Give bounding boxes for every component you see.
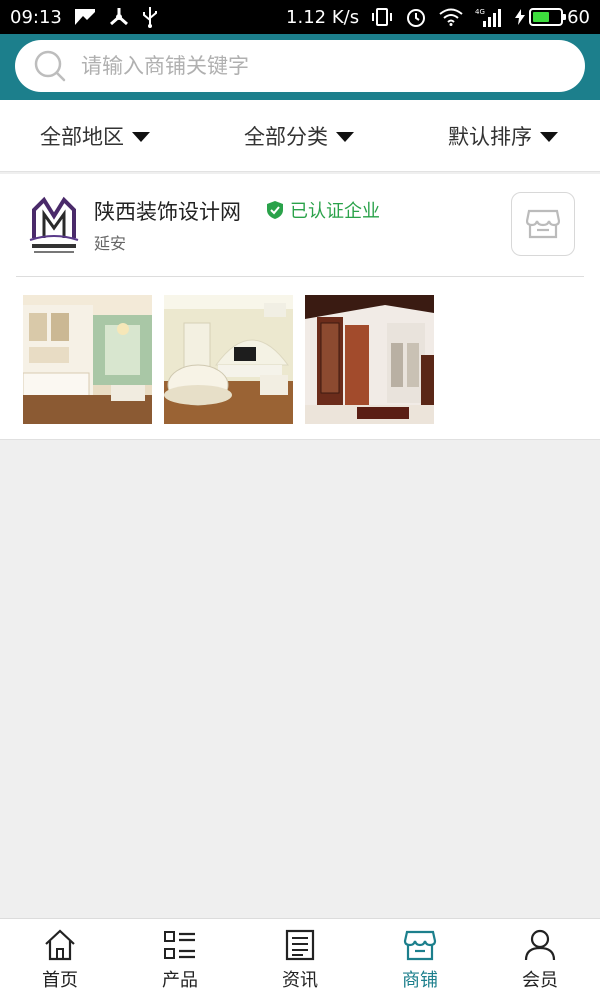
status-left: 09:13 bbox=[10, 6, 158, 28]
nav-news[interactable]: 资讯 bbox=[240, 919, 360, 1000]
shop-photo-2[interactable] bbox=[164, 295, 293, 424]
nav-member[interactable]: 会员 bbox=[480, 919, 600, 1000]
bottom-nav: 首页 产品 资讯 商铺 会员 bbox=[0, 918, 600, 1000]
filter-category-label: 全部分类 bbox=[244, 124, 328, 149]
nav-stores-label: 商铺 bbox=[402, 969, 438, 991]
nav-products-label: 产品 bbox=[162, 969, 198, 991]
battery-icon bbox=[529, 8, 567, 26]
status-right: 1.12 K/s 4G 60 bbox=[286, 6, 590, 28]
home-icon bbox=[45, 928, 75, 960]
battery-indicator: 60 bbox=[515, 7, 590, 28]
enter-shop-button[interactable] bbox=[511, 192, 575, 256]
filter-bar: 全部地区 全部分类 默认排序 bbox=[0, 100, 600, 172]
tethering-icon bbox=[108, 7, 130, 27]
shop-photo-3[interactable] bbox=[305, 295, 434, 424]
shop-region: 延安 bbox=[94, 234, 127, 253]
store-icon bbox=[403, 930, 437, 960]
shop-header: 陕西装饰设计网 已认证企业 延安 bbox=[16, 174, 584, 277]
usb-icon bbox=[142, 6, 158, 28]
charging-icon bbox=[515, 9, 526, 25]
shop-thumbnails bbox=[23, 295, 434, 424]
shop-card[interactable]: 陕西装饰设计网 已认证企业 延安 bbox=[0, 174, 600, 440]
message-icon bbox=[74, 8, 96, 26]
caret-down-icon bbox=[132, 131, 150, 142]
svg-text:4G: 4G bbox=[475, 8, 485, 16]
wifi-icon bbox=[439, 8, 463, 26]
nav-news-label: 资讯 bbox=[282, 969, 318, 991]
verified-label: 已认证企业 bbox=[290, 201, 380, 222]
filter-category[interactable]: 全部分类 bbox=[244, 121, 354, 151]
filter-region[interactable]: 全部地区 bbox=[40, 121, 150, 151]
search-icon bbox=[34, 50, 66, 82]
signal-icon: 4G bbox=[475, 7, 503, 27]
network-speed: 1.12 K/s bbox=[286, 6, 360, 28]
shop-photo-1[interactable] bbox=[23, 295, 152, 424]
filter-region-label: 全部地区 bbox=[40, 124, 124, 149]
nav-home-label: 首页 bbox=[42, 969, 78, 991]
store-icon bbox=[526, 209, 560, 239]
search-input[interactable] bbox=[81, 54, 521, 78]
search-header bbox=[0, 34, 600, 100]
alarm-icon bbox=[405, 6, 427, 28]
list-icon bbox=[164, 930, 195, 959]
status-bar: 09:13 1.12 K/s 4G 60 bbox=[0, 0, 600, 34]
shop-logo-icon bbox=[29, 196, 79, 253]
shield-check-icon bbox=[267, 201, 283, 219]
filter-sort[interactable]: 默认排序 bbox=[448, 121, 558, 151]
nav-member-label: 会员 bbox=[522, 969, 558, 991]
search-box[interactable] bbox=[15, 40, 585, 92]
vibrate-icon bbox=[371, 7, 393, 27]
verified-badge: 已认证企业 bbox=[266, 197, 380, 223]
caret-down-icon bbox=[540, 131, 558, 142]
filter-sort-label: 默认排序 bbox=[448, 124, 532, 149]
nav-home[interactable]: 首页 bbox=[0, 919, 120, 1000]
status-time: 09:13 bbox=[10, 6, 62, 28]
user-icon bbox=[524, 929, 556, 960]
nav-products[interactable]: 产品 bbox=[120, 919, 240, 1000]
news-icon bbox=[285, 929, 315, 960]
battery-percent: 60 bbox=[567, 6, 590, 28]
caret-down-icon bbox=[336, 131, 354, 142]
shop-name[interactable]: 陕西装饰设计网 bbox=[94, 196, 241, 226]
nav-stores[interactable]: 商铺 bbox=[360, 919, 480, 1000]
